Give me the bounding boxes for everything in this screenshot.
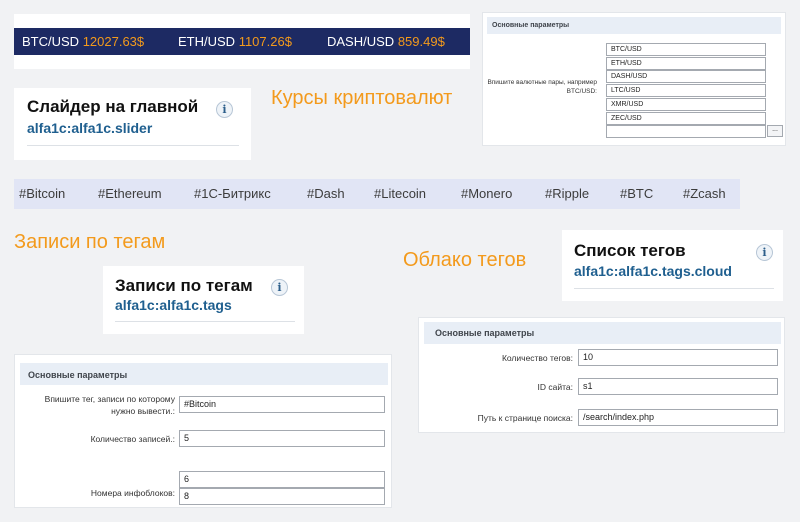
- component-title: Слайдер на главной: [27, 97, 199, 116]
- pair-input[interactable]: [606, 125, 766, 139]
- tag-cloud-heading: Облако тегов: [403, 249, 527, 271]
- pairs-label: Впишите валютные пары, например BTC/USD:: [487, 79, 597, 95]
- info-icon[interactable]: i: [271, 279, 288, 296]
- tag-cloud-params-panel: Основные параметры Количество тегов: 10 …: [418, 317, 785, 433]
- slider-component-card: Слайдер на главной alfa1c:alfa1c.slider …: [14, 88, 251, 160]
- ticker-item-btc: BTC/USD 12027.63$: [22, 34, 144, 49]
- tag-posts-component-card: Записи по тегам alfa1c:alfa1c.tags i: [103, 266, 304, 334]
- crypto-rates-heading: Курсы криптовалют: [271, 87, 453, 109]
- panel-header: Основные параметры: [487, 17, 781, 34]
- tag-link[interactable]: #Bitcoin: [19, 186, 65, 201]
- divider: [27, 145, 239, 146]
- ticker-price: 12027.63$: [82, 34, 145, 49]
- tag-link[interactable]: #Litecoin: [374, 186, 426, 201]
- ticker-price: 859.49$: [397, 34, 445, 49]
- tag-link[interactable]: #Ethereum: [98, 186, 162, 201]
- ticker-item-dash: DASH/USD 859.49$: [327, 34, 445, 49]
- count-input[interactable]: 5: [179, 430, 385, 447]
- iblock-input[interactable]: 8: [179, 488, 385, 505]
- iblock-input[interactable]: 6: [179, 471, 385, 488]
- tag-label: Впишите тег, записи по которому нужно вы…: [44, 394, 175, 416]
- component-title: Список тегов: [574, 241, 686, 260]
- pair-input[interactable]: LTC/USD: [606, 84, 766, 98]
- pair-input[interactable]: ETH/USD: [606, 56, 766, 70]
- crypto-ticker-widget: BTC/USD 12027.63$ ETH/USD 1107.26$ DASH/…: [14, 14, 470, 69]
- search-path-label: Путь к странице поиска:: [477, 413, 573, 423]
- component-code: alfa1c:alfa1c.tags.cloud: [574, 263, 732, 279]
- rates-params-panel: Основные параметры Впишите валютные пары…: [482, 12, 786, 146]
- search-path-input[interactable]: /search/index.php: [578, 409, 778, 426]
- ticker-pair-label: BTC/USD: [22, 34, 80, 49]
- panel-header: Основные параметры: [424, 322, 781, 344]
- tag-link[interactable]: #Dash: [307, 186, 345, 201]
- ticker-pair-label: ETH/USD: [178, 34, 236, 49]
- tag-link[interactable]: #Zcash: [683, 186, 726, 201]
- add-pair-button[interactable]: ...: [767, 125, 783, 137]
- ticker-item-eth: ETH/USD 1107.26$: [178, 34, 292, 49]
- tag-link[interactable]: #BTC: [620, 186, 653, 201]
- component-code: alfa1c:alfa1c.tags: [115, 297, 232, 313]
- component-code: alfa1c:alfa1c.slider: [27, 120, 153, 136]
- tags-list-component-card: Список тегов alfa1c:alfa1c.tags.cloud i: [562, 230, 783, 301]
- pair-input[interactable]: ZEC/USD: [606, 111, 766, 125]
- pair-input[interactable]: XMR/USD: [606, 97, 766, 111]
- tag-link[interactable]: #Ripple: [545, 186, 589, 201]
- site-id-label: ID сайта:: [537, 382, 573, 392]
- iblocks-label: Номера инфоблоков:: [90, 488, 175, 498]
- pair-input[interactable]: DASH/USD: [606, 70, 766, 84]
- tags-count-label: Количество тегов:: [501, 353, 573, 363]
- component-title: Записи по тегам: [115, 276, 253, 295]
- count-label: Количество записей.:: [90, 434, 175, 444]
- divider: [574, 288, 774, 289]
- tags-count-input[interactable]: 10: [578, 349, 778, 366]
- tag-posts-params-panel: Основные параметры Впишите тег, записи п…: [14, 354, 392, 508]
- ticker-price: 1107.26$: [238, 34, 292, 49]
- divider: [115, 321, 295, 322]
- pair-input[interactable]: BTC/USD: [606, 43, 766, 56]
- info-icon[interactable]: i: [756, 244, 773, 261]
- info-icon[interactable]: i: [216, 101, 233, 118]
- tags-bar: #Bitcoin #Ethereum #1С-Битрикс #Dash #Liteco…: [14, 179, 740, 209]
- tag-link[interactable]: #Monero: [461, 186, 512, 201]
- tag-posts-heading: Записи по тегам: [14, 231, 166, 253]
- tag-input[interactable]: #Bitcoin: [179, 396, 385, 413]
- site-id-input[interactable]: s1: [578, 378, 778, 395]
- panel-header: Основные параметры: [20, 363, 388, 385]
- tag-link[interactable]: #1С-Битрикс: [194, 186, 271, 201]
- ticker-pair-label: DASH/USD: [327, 34, 395, 49]
